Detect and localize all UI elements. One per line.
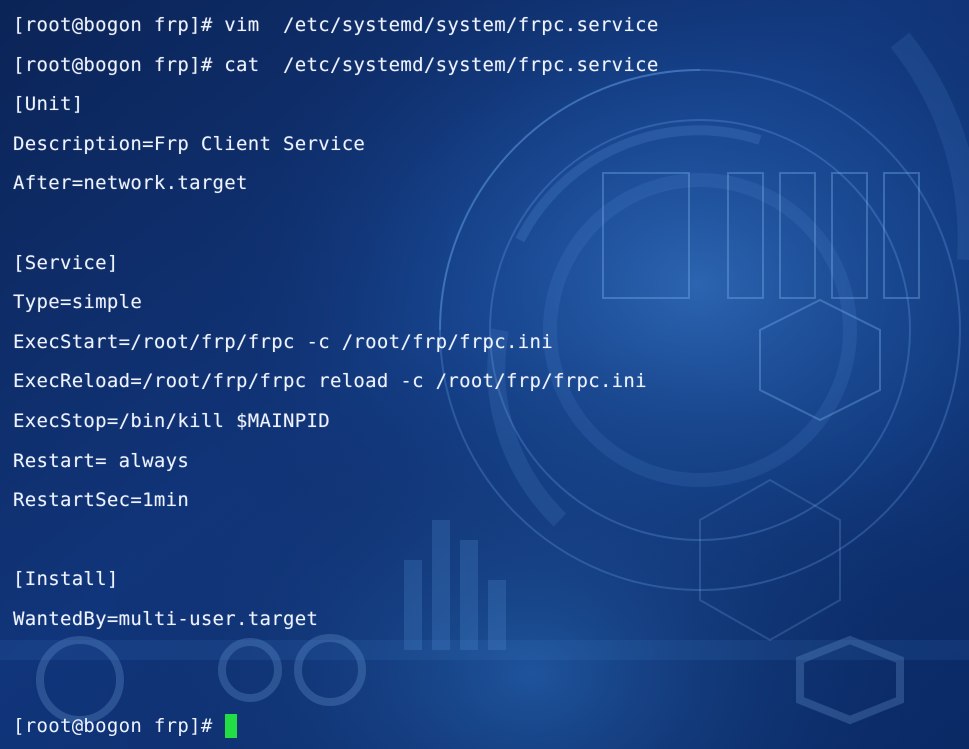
text-cursor xyxy=(224,714,237,738)
terminal-line: RestartSec=1min xyxy=(13,489,190,512)
terminal-output[interactable]: [root@bogon frp]# vim /etc/systemd/syste… xyxy=(0,0,969,749)
terminal-line: [Service] xyxy=(13,251,119,274)
terminal-line: WantedBy=multi-user.target xyxy=(13,607,319,630)
terminal-line: [Unit] xyxy=(13,93,84,116)
shell-prompt: [root@bogon frp]# xyxy=(13,715,213,737)
terminal-line: After=network.target xyxy=(13,172,248,195)
terminal-line: Description=Frp Client Service xyxy=(13,132,366,155)
terminal-line: ExecStop=/bin/kill $MAINPID xyxy=(13,409,330,432)
shell-prompt-line[interactable]: [root@bogon frp]# xyxy=(13,711,237,741)
terminal-line: [root@bogon frp]# vim /etc/systemd/syste… xyxy=(13,14,659,36)
terminal-line: Restart= always xyxy=(13,449,190,472)
terminal-line: ExecReload=/root/frp/frpc reload -c /roo… xyxy=(13,370,647,393)
terminal-line: [root@bogon frp]# cat /etc/systemd/syste… xyxy=(13,53,659,76)
terminal-line: [Install] xyxy=(13,568,119,591)
terminal-line: ExecStart=/root/frp/frpc -c /root/frp/fr… xyxy=(13,330,553,353)
terminal-line: Type=simple xyxy=(13,291,143,314)
